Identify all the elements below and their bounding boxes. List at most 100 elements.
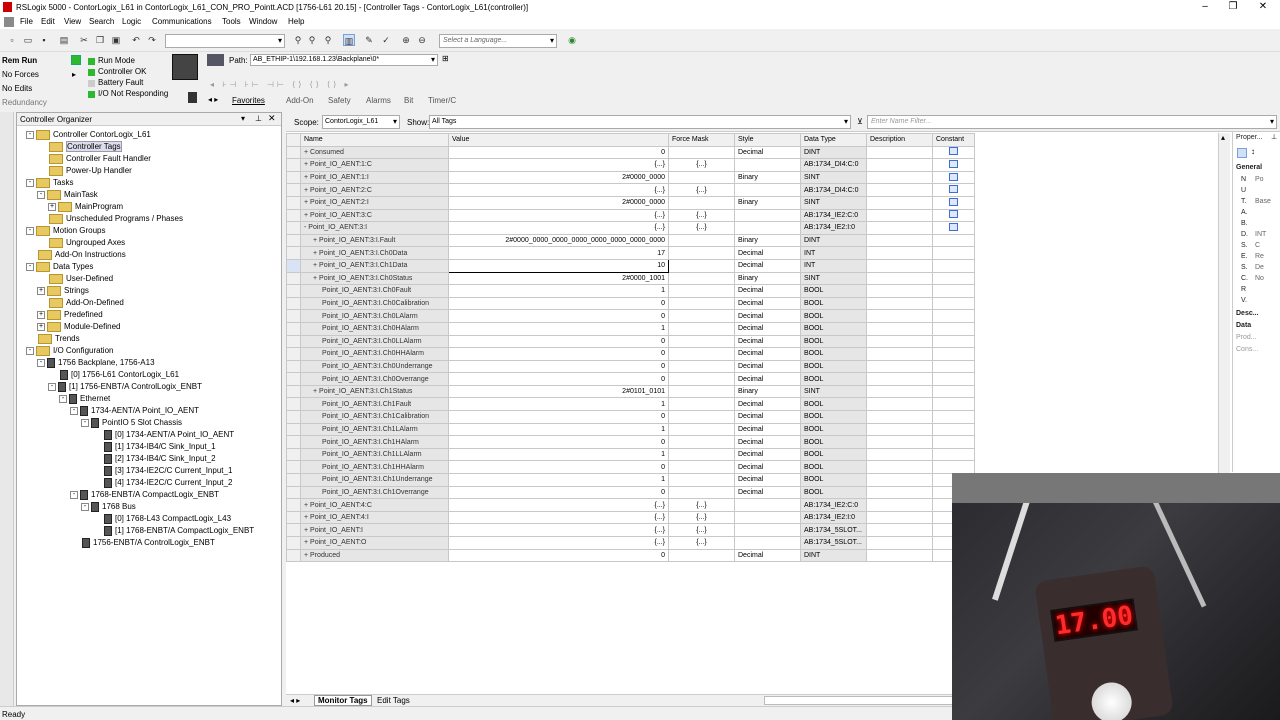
row-selector[interactable] xyxy=(286,473,301,487)
tag-constant[interactable] xyxy=(932,221,975,235)
tag-style[interactable]: Decimal xyxy=(734,246,801,260)
path-select[interactable]: AB_ETHIP-1\192.168.1.23\Backplane\0* ▾ xyxy=(250,54,438,66)
tag-constant[interactable] xyxy=(932,183,975,197)
save-icon[interactable]: ▪ xyxy=(38,34,50,46)
row-selector[interactable] xyxy=(286,284,301,298)
row-selector[interactable] xyxy=(286,435,301,449)
tag-row[interactable]: + Point_IO_AENT:3:I.Ch1Status 2#0101_0101… xyxy=(286,384,975,399)
tag-description[interactable] xyxy=(866,460,933,475)
tag-style[interactable]: Decimal xyxy=(734,410,801,424)
tag-force-mask[interactable]: {...} xyxy=(668,158,735,172)
tag-constant[interactable] xyxy=(932,233,975,248)
tag-constant[interactable] xyxy=(932,145,975,160)
row-selector[interactable] xyxy=(286,296,301,311)
edit-icon[interactable]: ✎ xyxy=(363,34,375,46)
tree-item[interactable]: Power-Up Handler xyxy=(37,165,132,177)
name-filter-input[interactable]: Enter Name Filter... ▾ xyxy=(867,115,1277,129)
tag-value[interactable]: {...} xyxy=(448,221,669,235)
tag-description[interactable] xyxy=(866,309,933,323)
tag-value[interactable]: {...} xyxy=(448,158,669,172)
collapse-icon[interactable]: - xyxy=(70,490,78,499)
tag-style[interactable] xyxy=(734,208,801,223)
tag-description[interactable] xyxy=(866,410,933,424)
tag-data-type[interactable]: BOOL xyxy=(800,321,867,336)
tree-item[interactable]: [2] 1734-IB4/C Sink_Input_2 xyxy=(92,453,216,465)
tag-force-mask[interactable] xyxy=(668,372,735,386)
tag-style[interactable] xyxy=(734,536,801,550)
menu-view[interactable]: View xyxy=(64,17,81,26)
filter-icon[interactable]: ⊻ xyxy=(857,117,863,126)
tag-row[interactable]: + Point_IO_AENT:1:I 2#0000_0000 Binary SINT xyxy=(286,170,975,185)
tag-constant[interactable] xyxy=(932,208,975,223)
collapse-icon[interactable]: - xyxy=(26,130,34,139)
tag-description[interactable] xyxy=(866,523,933,537)
tag-value[interactable]: 0 xyxy=(448,460,669,475)
cut-icon[interactable]: ✂ xyxy=(78,34,90,46)
tag-data-type[interactable]: INT xyxy=(800,246,867,260)
tag-style[interactable]: Decimal xyxy=(734,334,801,349)
tag-name[interactable]: + Point_IO_AENT:4:C xyxy=(300,498,449,512)
tag-name[interactable]: Point_IO_AENT:3:I.Ch0HAlarm xyxy=(300,321,449,336)
menu-tools[interactable]: Tools xyxy=(222,17,241,26)
tag-data-type[interactable]: DINT xyxy=(800,145,867,160)
select-header[interactable] xyxy=(286,133,301,147)
accept-icon[interactable]: ✓ xyxy=(380,34,392,46)
tree-item[interactable]: Controller Fault Handler xyxy=(37,153,151,165)
tag-force-mask[interactable] xyxy=(668,271,735,286)
row-selector[interactable] xyxy=(286,372,301,386)
menu-logic[interactable]: Logic xyxy=(122,17,141,26)
tag-description[interactable] xyxy=(866,447,933,462)
tag-value[interactable]: 0 xyxy=(448,435,669,449)
tag-description[interactable] xyxy=(866,485,933,500)
tag-data-type[interactable]: AB:1734_IE2:C:0 xyxy=(800,208,867,223)
tag-style[interactable]: Binary xyxy=(734,233,801,248)
tag-row[interactable]: + Point_IO_AENT:3:I.Ch0Status 2#0000_1001… xyxy=(286,271,975,286)
tag-value[interactable]: 0 xyxy=(448,548,669,563)
tag-value[interactable]: 1 xyxy=(448,447,669,462)
tag-value[interactable]: 17 xyxy=(448,246,669,260)
tag-value[interactable]: 0 xyxy=(448,296,669,311)
tree-item[interactable]: Unscheduled Programs / Phases xyxy=(37,213,183,225)
tag-constant[interactable] xyxy=(932,334,975,349)
tag-style[interactable]: Decimal xyxy=(734,296,801,311)
tag-force-mask[interactable] xyxy=(668,384,735,399)
tag-data-type[interactable]: INT xyxy=(800,258,867,273)
tag-row[interactable]: Point_IO_AENT:3:I.Ch0LAlarm 0 Decimal BOOL xyxy=(286,309,975,323)
row-selector[interactable] xyxy=(286,145,301,160)
tab-favorites[interactable]: Favorites xyxy=(232,96,265,105)
tree-item[interactable]: + Strings xyxy=(37,285,89,297)
column-description[interactable]: Description xyxy=(866,133,933,147)
tag-description[interactable] xyxy=(866,384,933,399)
tag-force-mask[interactable] xyxy=(668,460,735,475)
tag-description[interactable] xyxy=(866,372,933,386)
tab-bit[interactable]: Bit xyxy=(404,96,413,105)
tag-value[interactable]: {...} xyxy=(448,523,669,537)
tag-name[interactable]: + Point_IO_AENT:3:I.Ch1Status xyxy=(300,384,449,399)
tag-constant[interactable] xyxy=(932,195,975,210)
tag-row[interactable]: Point_IO_AENT:3:I.Ch0Fault 1 Decimal BOOL xyxy=(286,284,975,298)
tag-force-mask[interactable] xyxy=(668,145,735,160)
description-section[interactable]: Desc... xyxy=(1236,310,1259,317)
property-key[interactable]: S. xyxy=(1241,264,1248,271)
tree-item[interactable]: - [1] 1756-ENBT/A ControlLogix_ENBT xyxy=(48,381,202,393)
tag-row[interactable]: Point_IO_AENT:3:I.Ch1LLAlarm 1 Decimal BOOL xyxy=(286,447,975,462)
menu-communications[interactable]: Communications xyxy=(152,17,212,26)
tag-description[interactable] xyxy=(866,221,933,235)
menu-window[interactable]: Window xyxy=(249,17,277,26)
tree-item[interactable]: [3] 1734-IE2C/C Current_Input_1 xyxy=(92,465,232,477)
close-button[interactable]: ✕ xyxy=(1248,0,1278,15)
tree-item[interactable]: 1756-ENBT/A ControlLogix_ENBT xyxy=(70,537,215,549)
row-selector[interactable] xyxy=(286,536,301,550)
tag-row[interactable]: + Point_IO_AENT:3:I.Fault 2#0000_0000_000… xyxy=(286,233,975,248)
close-icon[interactable]: ✕ xyxy=(268,113,276,124)
tag-force-mask[interactable] xyxy=(668,309,735,323)
tree-item[interactable]: - I/O Configuration xyxy=(26,345,113,357)
column-force-mask[interactable]: Force Mask xyxy=(668,133,735,147)
tree-item[interactable]: - Motion Groups xyxy=(26,225,105,237)
tag-style[interactable]: Decimal xyxy=(734,309,801,323)
tag-description[interactable] xyxy=(866,158,933,172)
tag-style[interactable]: Decimal xyxy=(734,422,801,437)
tag-data-type[interactable]: BOOL xyxy=(800,347,867,361)
tag-value[interactable]: 0 xyxy=(448,145,669,160)
property-key[interactable]: R xyxy=(1241,286,1246,293)
